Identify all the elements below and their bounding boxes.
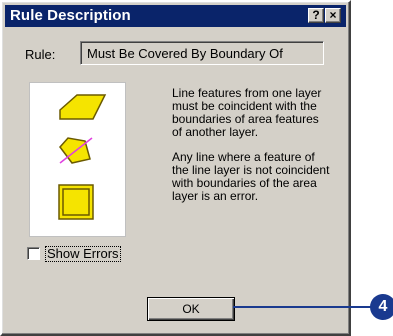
show-errors-checkbox[interactable] <box>27 247 40 260</box>
rule-value-field: Must Be Covered By Boundary Of <box>80 41 324 65</box>
close-button[interactable]: × <box>325 8 341 23</box>
rule-label: Rule: <box>25 47 56 62</box>
rule-description-dialog: Rule Description ? × Rule: Must Be Cover… <box>0 0 351 336</box>
window-title: Rule Description <box>10 7 131 24</box>
line-overlay-area-icon <box>59 137 93 164</box>
rule-symbols-panel <box>29 82 126 237</box>
callout-number-badge: 4 <box>370 294 393 320</box>
description-paragraph-2: Any line where a feature of the line lay… <box>172 150 330 203</box>
rule-symbols-graphic <box>58 94 107 220</box>
description-paragraph-1: Line features from one layer must be coi… <box>172 86 322 139</box>
bordered-square-icon <box>58 184 94 220</box>
show-errors-label[interactable]: Show Errors <box>45 246 121 262</box>
title-bar: Rule Description ? × <box>5 5 346 27</box>
rule-description-text: Line features from one layer must be coi… <box>172 87 332 215</box>
help-button[interactable]: ? <box>308 8 324 23</box>
ok-button[interactable]: OK <box>147 297 235 321</box>
parallelogram-area-icon <box>59 94 107 120</box>
callout-line <box>233 306 373 308</box>
